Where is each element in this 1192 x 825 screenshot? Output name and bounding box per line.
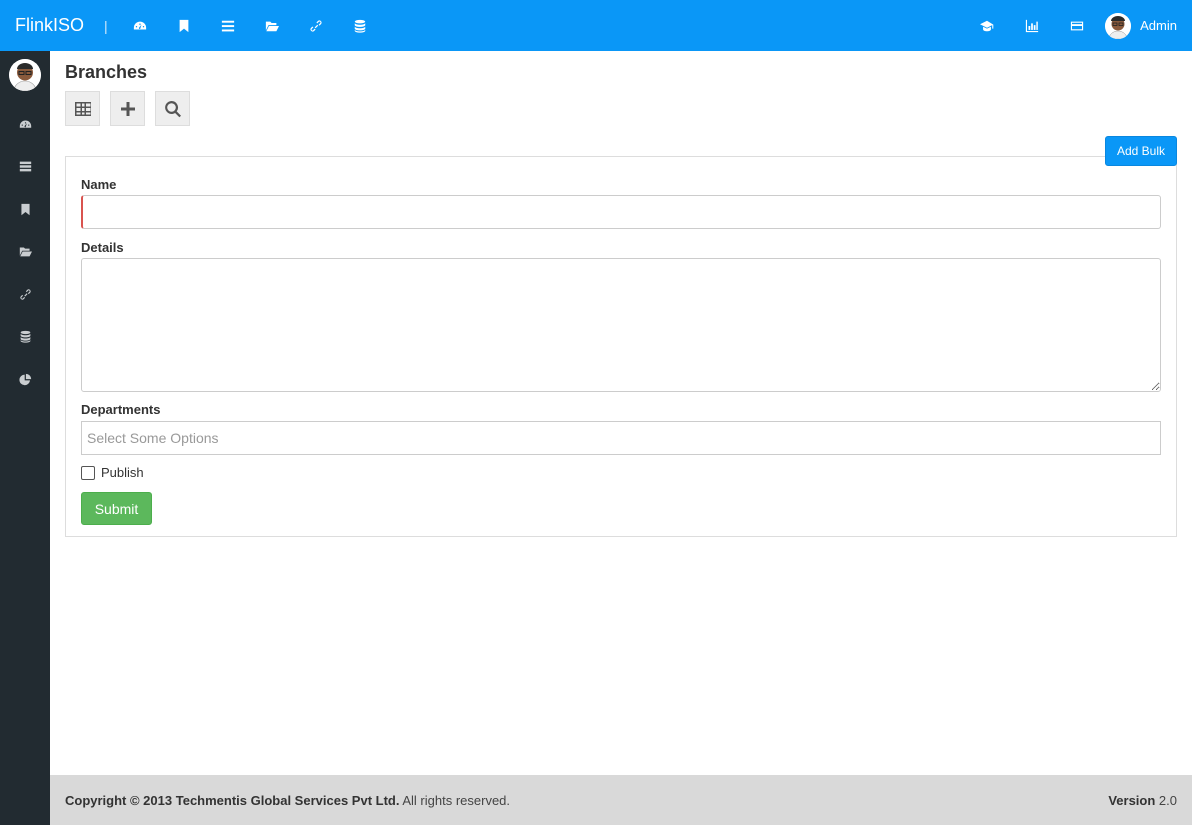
sidebar-item-database[interactable] (0, 316, 50, 359)
add-bulk-button[interactable]: Add Bulk (1105, 136, 1177, 166)
brand-logo[interactable]: FlinkISO (15, 15, 84, 36)
bookmark-icon (20, 203, 30, 215)
publish-checkbox[interactable] (81, 465, 95, 480)
departments-label: Departments (81, 402, 161, 417)
rights-text: All rights reserved. (402, 792, 511, 808)
top-right-nav: Admin (964, 0, 1192, 51)
dashboard-icon[interactable] (118, 0, 162, 51)
sidebar-item-folders[interactable] (0, 231, 50, 274)
search-icon (164, 100, 181, 117)
sidebar-item-dashboard[interactable] (0, 103, 50, 146)
copyright-prefix: Copyright © 2013 (65, 792, 173, 808)
details-label: Details (81, 240, 124, 255)
server-icon (19, 161, 31, 172)
sidebar-item-bookmarks[interactable] (0, 188, 50, 231)
company-name: Techmentis Global Services Pvt Ltd. (175, 792, 400, 808)
version: Version 2.0 (1108, 793, 1177, 808)
sidebar-avatar[interactable] (9, 59, 41, 91)
name-label: Name (81, 177, 117, 192)
departments-multiselect[interactable]: Select Some Options (81, 421, 1161, 455)
footer: Copyright © 2013 Techmentis Global Servi… (50, 775, 1192, 825)
main-content: Branches Name Details Departments Select… (50, 51, 1192, 775)
table-icon (74, 101, 91, 116)
add-button[interactable] (110, 91, 145, 126)
table-view-button[interactable] (65, 91, 100, 126)
link-icon (19, 289, 31, 300)
details-textarea[interactable] (81, 258, 1161, 392)
dashboard-icon (19, 120, 31, 128)
top-nav-icons (118, 0, 382, 51)
credit-card-icon[interactable] (1054, 0, 1099, 51)
database-icon (20, 331, 30, 343)
list-icon[interactable] (206, 0, 250, 51)
database-icon[interactable] (338, 0, 382, 51)
user-menu[interactable]: Admin (1105, 12, 1177, 39)
publish-label: Publish (101, 465, 144, 480)
plus-icon (120, 101, 135, 116)
search-button[interactable] (155, 91, 190, 126)
sidebar-item-server[interactable] (0, 146, 50, 189)
link-icon[interactable] (294, 0, 338, 51)
bookmark-icon[interactable] (162, 0, 206, 51)
version-value: 2.0 (1158, 792, 1177, 808)
name-input[interactable] (81, 195, 1161, 229)
top-navbar: FlinkISO | Admin (0, 0, 1192, 51)
sidebar (0, 51, 50, 825)
page-title: Branches (65, 62, 148, 82)
folder-open-icon[interactable] (250, 0, 294, 51)
page-toolbar (65, 91, 200, 126)
folder-open-icon (19, 247, 32, 257)
brand-separator: | (104, 17, 108, 34)
graduation-cap-icon[interactable] (964, 0, 1009, 51)
version-label: Version (1108, 792, 1156, 808)
pie-chart-icon (18, 373, 31, 385)
bar-chart-icon[interactable] (1009, 0, 1054, 51)
user-name: Admin (1140, 18, 1177, 33)
sidebar-item-links[interactable] (0, 273, 50, 316)
copyright: Copyright © 2013 Techmentis Global Servi… (65, 793, 510, 808)
submit-button[interactable]: Submit (81, 492, 152, 525)
avatar (1105, 12, 1132, 39)
branch-form-panel: Name Details Departments Select Some Opt… (65, 156, 1177, 537)
sidebar-item-reports[interactable] (0, 358, 50, 401)
publish-row: Publish (81, 465, 144, 480)
